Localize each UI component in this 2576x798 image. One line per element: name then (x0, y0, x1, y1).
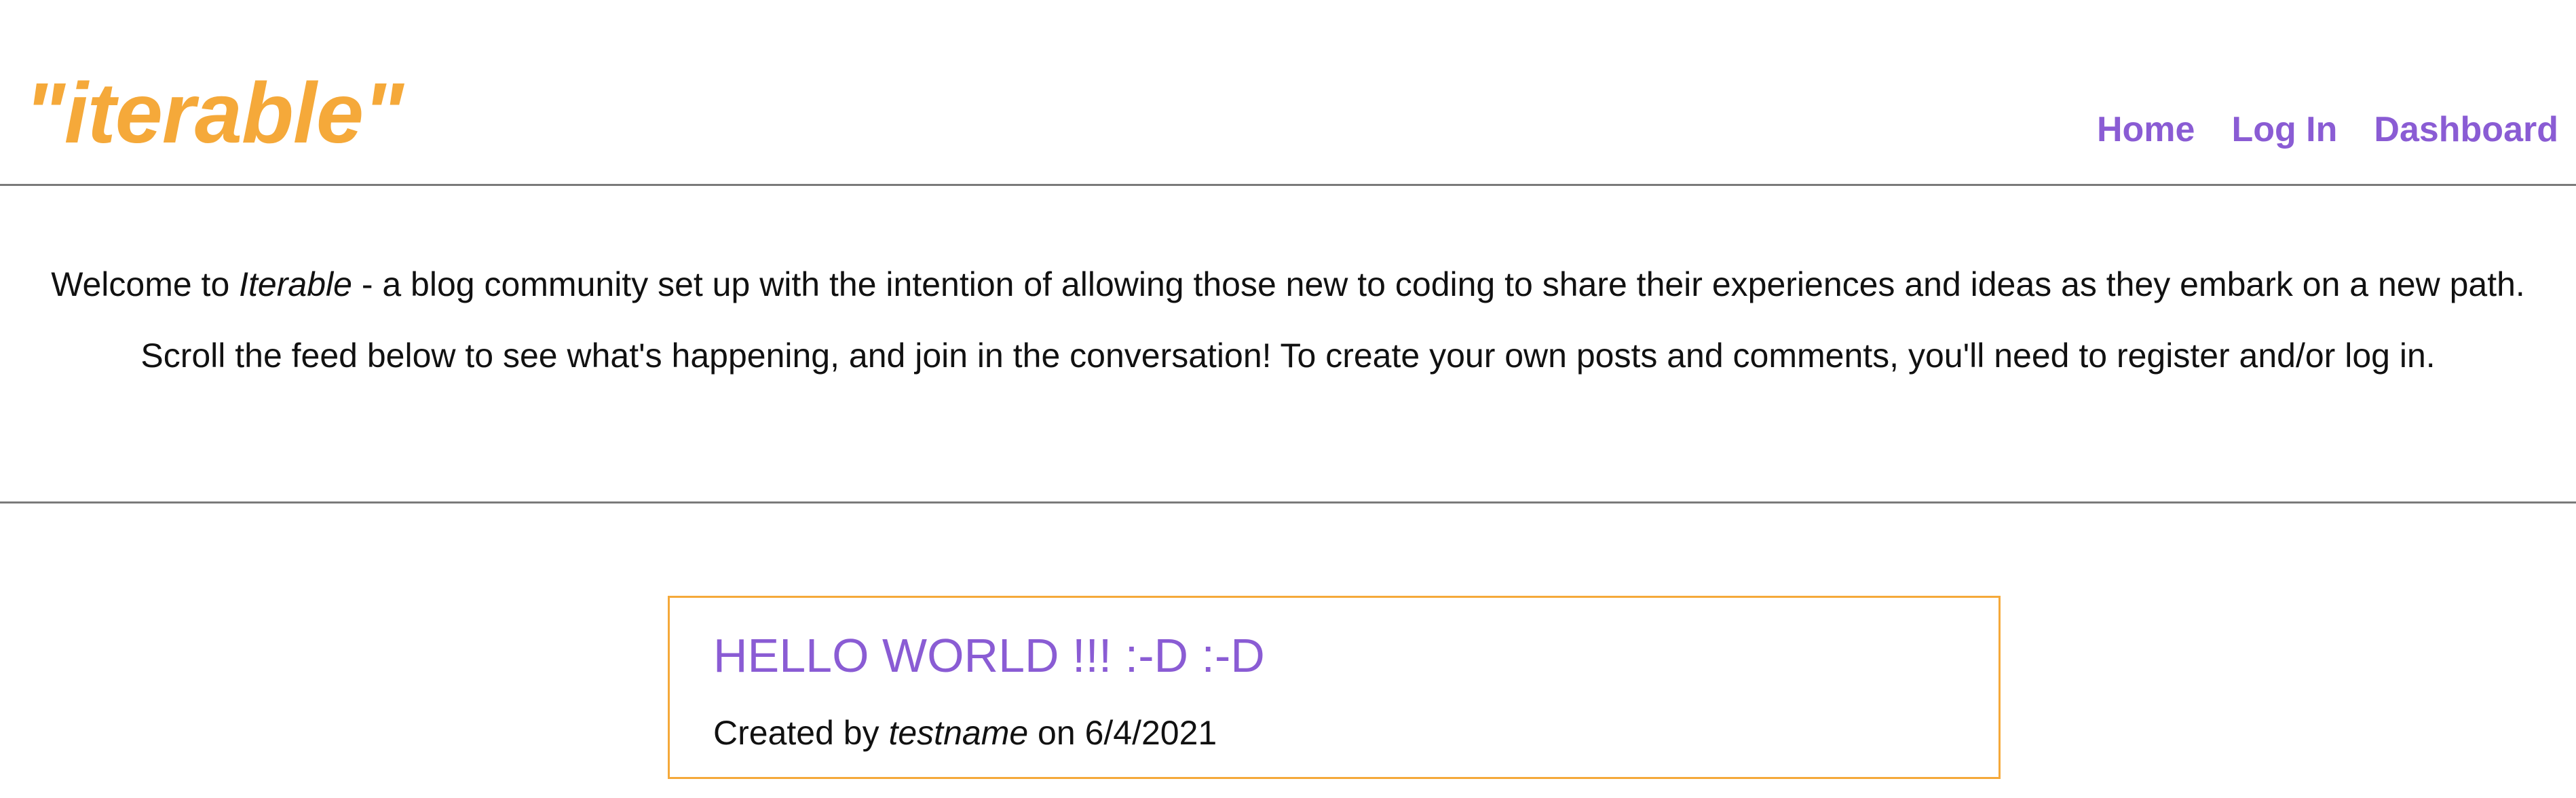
main-nav: Home Log In Dashboard (2097, 107, 2558, 152)
intro-instructions-text: Scroll the feed below to see what's happ… (140, 337, 2436, 375)
intro-section: Welcome to Iterable - a blog community s… (0, 186, 2576, 504)
post-created-by-label: Created by (713, 714, 889, 752)
nav-link-login[interactable]: Log In (2231, 107, 2337, 152)
site-header: "iterable" Home Log In Dashboard (0, 0, 2576, 186)
post-on-label: on (1028, 714, 1085, 752)
site-logo[interactable]: "iterable" (24, 62, 404, 164)
post-date: 6/4/2021 (1084, 714, 1217, 752)
post-meta: Created by testname on 6/4/2021 (713, 712, 1955, 754)
post-card[interactable]: HELLO WORLD !!! :-D :-D Created by testn… (668, 596, 2001, 779)
intro-welcome-prefix: Welcome to (51, 265, 240, 303)
post-title[interactable]: HELLO WORLD !!! :-D :-D (713, 626, 1955, 685)
intro-welcome-text: Welcome to Iterable - a blog community s… (48, 259, 2528, 310)
intro-site-name: Iterable (239, 265, 352, 303)
nav-link-home[interactable]: Home (2097, 107, 2195, 152)
intro-welcome-rest: - a blog community set up with the inten… (352, 265, 2525, 303)
post-author: testname (888, 714, 1029, 752)
nav-link-dashboard[interactable]: Dashboard (2374, 107, 2558, 152)
